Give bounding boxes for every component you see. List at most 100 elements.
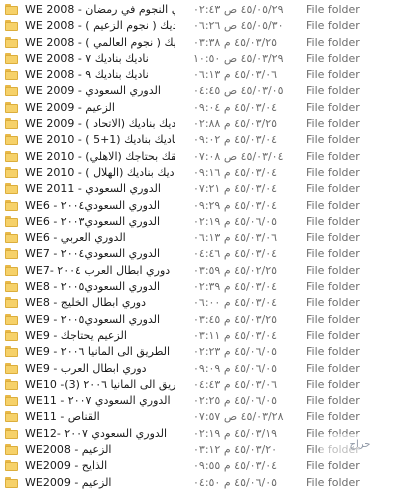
file-name[interactable]: WE2009 - الزعيم xyxy=(25,475,175,491)
folder-icon xyxy=(5,199,18,211)
folder-icon xyxy=(5,313,18,325)
file-row[interactable]: WE 2009 - الدوري السعودي ٤٥/٠٣/٠٥ ص ٠٤:٤٥… xyxy=(0,83,400,99)
file-name[interactable]: WE 2011 - الدوري السعودي xyxy=(25,181,175,197)
file-name[interactable]: WE 2010 - ناديك بناديك (1+5 ) xyxy=(25,132,175,148)
file-type: File folder xyxy=(306,345,360,359)
file-name[interactable]: WE7- دوري ابطال العرب ٢٠٠٤ xyxy=(25,263,175,279)
file-name[interactable]: WE6 - الدوري السعودي٢٠٠٣ xyxy=(25,214,175,230)
folder-icon xyxy=(5,395,18,407)
file-name[interactable]: WE9 - الزعيم يحتاجك xyxy=(25,328,175,344)
file-name[interactable]: WE 2008 - ناديك بناديك ٩ xyxy=(25,67,175,83)
file-row[interactable]: WE9 - دوري ابطال العرب ٤٥/٠٦/٠٥ م ٠٩:٠٩ Fi… xyxy=(0,361,400,377)
file-name[interactable]: WE 2009 - الزعيم xyxy=(25,100,175,116)
file-name[interactable]: WE2009 - الذايح xyxy=(25,458,175,474)
file-name[interactable]: WE 2009 - ناديك بناديك (الاتحاد ) xyxy=(25,116,175,132)
date-modified: ٤٥/٠٣/٠٦ م ٠٦:١٣ xyxy=(193,68,278,82)
file-row[interactable]: WE6 - الدوري السعودي٢٠٠٤ ٤٥/٠٣/٠٤ م ٠٩:٢٩… xyxy=(0,198,400,214)
file-name[interactable]: WE8 - دوري ابطال الخليج xyxy=(25,295,175,311)
file-type: File folder xyxy=(306,117,360,131)
file-row[interactable]: WE11 - الدوري السعودي ٢٠٠٧ ٤٥/٠٦/٠٥ م ٠٢:… xyxy=(0,393,400,409)
file-row[interactable]: WE2009 - الذايح ٤٥/٠٣/٠٤ م ٠٩:٥٥ File fold… xyxy=(0,458,400,474)
date-modified: ٤٥/٠٦/٠٥ م ٠٢:١٩ xyxy=(193,214,278,228)
file-type: File folder xyxy=(306,3,360,16)
folder-icon xyxy=(5,101,18,113)
file-row[interactable]: WE6 - الدوري العربي ٤٥/٠٣/٠٦ م ٠٦:١٣ File … xyxy=(0,230,400,246)
file-list: WE 2008 - تحدي النجوم في رمضان ٤٥/٠٥/٢٩ ص… xyxy=(0,2,400,491)
file-type: File folder xyxy=(306,214,360,228)
folder-icon xyxy=(5,362,18,374)
file-name[interactable]: WE10 -(3) الطريق الى المانيا ٢٠٠٦ xyxy=(25,377,175,393)
file-row[interactable]: WE8 - الدوري السعودي٢٠٠٥ ٤٥/٠٣/٠٤ م ٠٢:٣٩… xyxy=(0,279,400,295)
date-modified: ٤٥/٠٣/١٩ م ٠٢:١٩ xyxy=(193,426,278,440)
file-row[interactable]: WE 2008 - تحدي النجوم في رمضان ٤٥/٠٥/٢٩ ص… xyxy=(0,2,400,18)
file-type: File folder xyxy=(306,312,360,326)
file-type: File folder xyxy=(306,51,360,65)
date-modified: ٤٥/٠٣/٠٤ م ٠٧:٢١ xyxy=(193,182,278,196)
file-name[interactable]: WE 2008 - ناديك بناديك ( نجوم العالمي ) xyxy=(25,35,175,51)
file-row[interactable]: WE6 - الدوري السعودي٢٠٠٣ ٤٥/٠٦/٠٥ م ٠٢:١٩… xyxy=(0,214,400,230)
file-type: File folder xyxy=(306,19,360,33)
file-row[interactable]: WE 2008 - ناديك بناديك ( نجوم الزعيم ) ٤٥… xyxy=(0,18,400,34)
file-row[interactable]: WE 2008 - ناديك بناديك ٩ ٤٥/٠٣/٠٦ م ٠٦:١٣… xyxy=(0,67,400,83)
date-modified: ٤٥/٠٣/٠٤ م ٠٦:٠٠ xyxy=(193,296,278,310)
file-row[interactable]: WE8 - دوري ابطال الخليج ٤٥/٠٣/٠٤ م ٠٦:٠٠ F… xyxy=(0,295,400,311)
date-modified: ٤٥/٠٣/٠٤ ص ٠٧:٠٨ xyxy=(193,149,284,163)
folder-icon xyxy=(5,150,18,162)
file-row[interactable]: WE 2009 - ناديك بناديك (الاتحاد ) ٤٥/٠٣/٢… xyxy=(0,116,400,132)
date-modified: ٤٥/٠٣/٢٥ م ٠٣:٤٥ xyxy=(193,312,278,326)
file-name[interactable]: WE6 - الدوري السعودي٢٠٠٤ xyxy=(25,198,175,214)
file-name[interactable]: WE12- الدوري السعودي ٢٠٠٧ xyxy=(25,426,175,442)
file-row[interactable]: WE9 - الطريق الى المانيا ٢٠٠٦ ٤٥/٠٦/٠٥ م … xyxy=(0,344,400,360)
file-row[interactable]: WE11 - القناص ٤٥/٠٣/٢٨ ص ٠٧:٥٧ File folder xyxy=(0,409,400,425)
file-name[interactable]: WE 2010 - فريقك بحتاجك (الاهلي) xyxy=(25,149,175,165)
file-type: File folder xyxy=(306,231,360,245)
file-row[interactable]: WE7- دوري ابطال العرب ٢٠٠٤ ٤٥/٠٢/٢٥ م ٠٣:… xyxy=(0,263,400,279)
date-modified: ٤٥/٠٦/٠٥ م ٠٩:٠٩ xyxy=(193,361,278,375)
file-row[interactable]: WE9 - الدوري السعودي٢٠٠٥ ٤٥/٠٣/٢٥ م ٠٣:٤٥… xyxy=(0,312,400,328)
file-name[interactable]: WE9 - الدوري السعودي٢٠٠٥ xyxy=(25,312,175,328)
file-row[interactable]: WE 2010 - ناديك بناديك (1+5 ) ٤٥/٠٣/٠٤ م … xyxy=(0,132,400,148)
file-name[interactable]: WE 2008 - ناديك بناديك ٧ xyxy=(25,51,175,67)
file-name[interactable]: WE6 - الدوري العربي xyxy=(25,230,175,246)
file-type: File folder xyxy=(306,100,360,114)
date-modified: ٤٥/٠٣/٠٦ م ٠٦:١٣ xyxy=(193,231,278,245)
file-row[interactable]: WE 2011 - الدوري السعودي ٤٥/٠٣/٠٤ م ٠٧:٢١… xyxy=(0,181,400,197)
file-type: File folder xyxy=(306,165,360,179)
folder-icon xyxy=(5,166,18,178)
file-name[interactable]: WE11 - القناص xyxy=(25,409,175,425)
file-row[interactable]: WE 2009 - الزعيم ٤٥/٠٣/٠٤ م ٠٩:٠٤ File fol… xyxy=(0,100,400,116)
file-type: File folder xyxy=(306,475,360,489)
file-name[interactable]: WE 2008 - ناديك بناديك ( نجوم الزعيم ) xyxy=(25,18,175,34)
folder-icon xyxy=(5,411,18,423)
file-name[interactable]: WE8 - الدوري السعودي٢٠٠٥ xyxy=(25,279,175,295)
file-name[interactable]: WE9 - دوري ابطال العرب xyxy=(25,361,175,377)
date-modified: ٤٥/٠٣/٠٤ م ٠٤:٤٦ xyxy=(193,247,278,261)
folder-icon xyxy=(5,427,18,439)
file-row[interactable]: WE 2010 - ناديك بناديك (الهلال ) ٤٥/٠٣/٠٤… xyxy=(0,165,400,181)
file-row[interactable]: WE9 - الزعيم يحتاجك ٤٥/٠٣/٠٤ م ٠٣:١١ File … xyxy=(0,328,400,344)
file-type: File folder xyxy=(306,280,360,294)
folder-icon xyxy=(5,69,18,81)
folder-icon xyxy=(5,118,18,130)
date-modified: ٤٥/٠٦/٠٥ م ٠٢:٢٣ xyxy=(193,345,278,359)
file-row[interactable]: WE10 -(3) الطريق الى المانيا ٢٠٠٦ ٤٥/٠٣/٠… xyxy=(0,377,400,393)
file-name[interactable]: WE7 - الدوري السعودي٢٠٠٤ xyxy=(25,246,175,262)
date-modified: ٤٥/٠٣/٢٨ ص ٠٧:٥٧ xyxy=(193,410,284,424)
file-row[interactable]: WE 2008 - ناديك بناديك ( نجوم العالمي ) ٤… xyxy=(0,35,400,51)
file-name[interactable]: WE 2009 - الدوري السعودي xyxy=(25,83,175,99)
file-type: File folder xyxy=(306,198,360,212)
folder-icon xyxy=(5,329,18,341)
file-name[interactable]: WE9 - الطريق الى المانيا ٢٠٠٦ xyxy=(25,344,175,360)
file-name[interactable]: WE11 - الدوري السعودي ٢٠٠٧ xyxy=(25,393,175,409)
file-name[interactable]: WE 2010 - ناديك بناديك (الهلال ) xyxy=(25,165,175,181)
file-name[interactable]: WE 2008 - تحدي النجوم في رمضان xyxy=(25,2,175,18)
date-modified: ٤٥/٠٣/٠٤ م ٠٩:٥٥ xyxy=(193,459,278,473)
file-row[interactable]: WE 2008 - ناديك بناديك ٧ ٤٥/٠٣/٢٩ ص ١٠:٥٠… xyxy=(0,51,400,67)
file-type: File folder xyxy=(306,149,360,163)
file-row[interactable]: WE2009 - الزعيم ٤٥/٠٦/٠٥ م ٠٤:٥٠ File fold… xyxy=(0,475,400,491)
file-type: File folder xyxy=(306,361,360,375)
file-row[interactable]: WE7 - الدوري السعودي٢٠٠٤ ٤٥/٠٣/٠٤ م ٠٤:٤٦… xyxy=(0,246,400,262)
date-modified: ٤٥/٠٣/٠٤ م ٠٢:٣٩ xyxy=(193,280,278,294)
file-row[interactable]: WE 2010 - فريقك بحتاجك (الاهلي) ٤٥/٠٣/٠٤ … xyxy=(0,149,400,165)
date-modified: ٤٥/٠٣/٠٤ م ٠٩:٠٢ xyxy=(193,133,278,147)
